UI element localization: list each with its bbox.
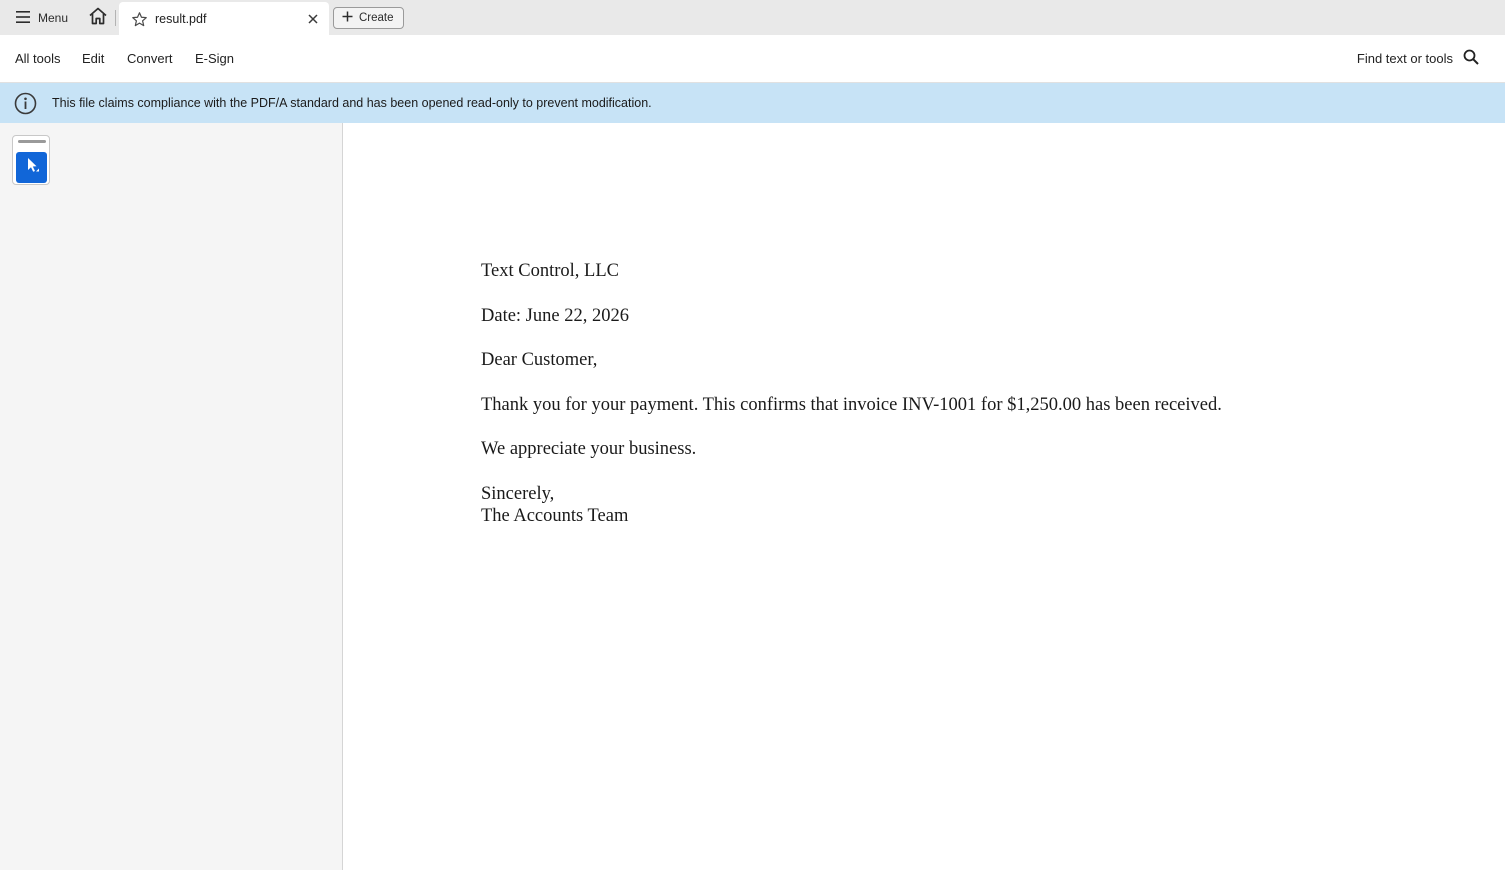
pdfa-info-banner: This file claims compliance with the PDF… [0, 83, 1505, 123]
document-view[interactable]: Text Control, LLC Date: June 22, 2026 De… [343, 123, 1505, 870]
main-toolbar: All tools Edit Convert E-Sign Find text … [0, 35, 1505, 83]
convert-menu[interactable]: Convert [127, 51, 173, 66]
appreciation-line: We appreciate your business. [481, 439, 697, 459]
closing-line: Sincerely, [481, 483, 555, 504]
tab-bar: Menu result.pdf Create [0, 0, 1505, 35]
menu-button[interactable]: Menu [10, 5, 74, 31]
home-button[interactable] [84, 5, 112, 31]
quick-tools-widget [12, 135, 50, 185]
salutation: Dear Customer, [481, 350, 598, 370]
signature-line: The Accounts Team [481, 505, 629, 526]
banner-message: This file claims compliance with the PDF… [52, 96, 652, 110]
find-text-or-tools[interactable]: Find text or tools [1357, 49, 1479, 68]
tab-separator [115, 10, 116, 26]
document-tab[interactable]: result.pdf [119, 2, 329, 35]
create-label: Create [359, 12, 394, 24]
date-line: Date: June 22, 2026 [481, 305, 629, 326]
info-icon [14, 92, 37, 115]
create-button[interactable]: Create [333, 7, 404, 29]
close-icon[interactable] [304, 10, 322, 28]
document-page: Text Control, LLC Date: June 22, 2026 De… [481, 260, 1381, 527]
hamburger-icon [16, 10, 30, 26]
company-name: Text Control, LLC [481, 261, 619, 281]
left-panel [0, 123, 343, 870]
all-tools-menu[interactable]: All tools [15, 51, 61, 66]
search-icon [1463, 49, 1479, 68]
edit-menu[interactable]: Edit [82, 51, 104, 66]
drag-handle[interactable] [18, 140, 46, 143]
plus-icon [342, 11, 353, 25]
star-icon[interactable] [130, 10, 148, 28]
tab-title: result.pdf [155, 12, 207, 26]
menu-label: Menu [38, 11, 69, 25]
home-icon [88, 7, 108, 30]
cursor-icon [24, 156, 40, 179]
body-paragraph: Thank you for your payment. This confirm… [481, 394, 1222, 415]
e-sign-menu[interactable]: E-Sign [195, 51, 234, 66]
find-label: Find text or tools [1356, 51, 1453, 66]
select-tool-button[interactable] [16, 152, 47, 183]
